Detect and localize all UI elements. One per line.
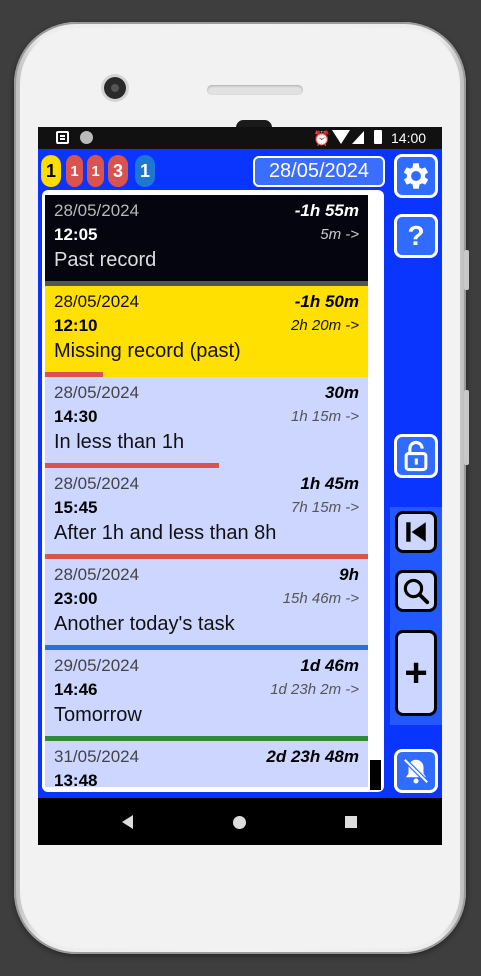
status-time: 14:00 [391, 130, 427, 146]
counter-value: 3 [112, 160, 123, 181]
battery-icon [374, 130, 382, 144]
list-scrollbar[interactable] [370, 760, 381, 790]
record-title: Tomorrow [54, 704, 142, 726]
record-title: In less than 1h [54, 431, 185, 453]
record-row[interactable]: 29/05/2024 1d 46m 14:46 1d 23h 2m -> Tomorro… [45, 650, 368, 741]
signal-icon [352, 131, 364, 144]
record-row[interactable]: 28/05/2024 -1h 55m 12:05 5m -> Past record [45, 195, 368, 286]
first-record-button[interactable] [395, 511, 437, 553]
record-duration: 7h 15m -> [291, 499, 359, 516]
android-nav-bar [38, 798, 442, 845]
lock-button[interactable] [394, 434, 438, 478]
question-mark-icon: ? [407, 220, 425, 251]
counter-value: 1 [70, 162, 79, 180]
counter-badge-red[interactable]: 1 [87, 155, 104, 187]
record-time: 14:30 [54, 407, 98, 426]
records-list[interactable]: 28/05/2024 -1h 55m 12:05 5m -> Past record 28… [45, 195, 368, 787]
record-duration: 1d 23h 2m -> [270, 681, 359, 698]
record-time: 15:45 [54, 498, 98, 517]
power-button [464, 250, 469, 290]
record-time-until: 1h 45m [300, 474, 359, 493]
earpiece-speaker [207, 85, 303, 95]
counter-value: 1 [139, 160, 150, 181]
gear-icon [403, 163, 429, 189]
record-row[interactable]: 28/05/2024 9h 23:00 15h 46m -> Another today… [45, 559, 368, 650]
record-title: Another today's task [54, 613, 235, 635]
record-time-until: 9h [339, 565, 359, 584]
record-row[interactable]: 28/05/2024 1h 45m 15:45 7h 15m -> After 1h a… [45, 468, 368, 559]
record-time: 14:46 [54, 680, 98, 699]
counter-badge-blue[interactable]: 1 [135, 155, 155, 187]
wifi-icon [332, 130, 350, 144]
settings-button[interactable] [394, 154, 438, 198]
alarm-icon: ⏰ [313, 130, 331, 146]
record-duration: 2h 20m -> [291, 317, 359, 334]
record-date: 28/05/2024 [54, 565, 140, 584]
home-icon[interactable] [233, 816, 246, 829]
volume-button [464, 390, 469, 465]
record-duration: 15h 46m -> [282, 590, 359, 607]
add-record-button[interactable]: + [395, 630, 437, 716]
record-time: 12:10 [54, 316, 98, 335]
skip-to-start-icon [406, 522, 426, 542]
record-row[interactable]: 28/05/2024 -1h 50m 12:10 2h 20m -> Missing r… [45, 286, 368, 377]
recent-apps-icon[interactable] [345, 816, 357, 828]
front-camera [104, 77, 126, 99]
record-date: 31/05/2024 [54, 747, 140, 766]
counter-value: 1 [45, 160, 56, 181]
counter-badge-red[interactable]: 3 [108, 155, 128, 187]
plus-icon: + [404, 650, 428, 695]
record-time: 23:00 [54, 589, 98, 608]
record-time-until: 30m [324, 383, 359, 402]
record-title: Missing record (past) [54, 340, 241, 362]
record-row[interactable]: 31/05/2024 2d 23h 48m 13:48 [45, 741, 368, 787]
unlock-icon [404, 440, 428, 472]
search-icon [403, 578, 430, 605]
calendar-icon [56, 131, 69, 144]
record-time-until: -1h 50m [294, 292, 359, 311]
record-row[interactable]: 28/05/2024 30m 14:30 1h 15m -> In less than … [45, 377, 368, 468]
app-screen: ⏰ 14:00 1 1 1 3 1 28/05/2024 ? + 28/05/2… [38, 127, 442, 845]
back-icon[interactable] [122, 815, 133, 829]
record-time-until: -1h 55m [294, 201, 359, 220]
record-date: 29/05/2024 [54, 656, 140, 675]
bell-off-icon [403, 758, 429, 784]
mute-notifications-button[interactable] [394, 749, 438, 793]
record-duration: 1h 15m -> [291, 408, 359, 425]
help-button[interactable]: ? [394, 214, 438, 258]
search-button[interactable] [395, 570, 437, 612]
status-bar: ⏰ 14:00 [38, 127, 442, 149]
current-date-button[interactable]: 28/05/2024 [253, 156, 385, 187]
record-title: After 1h and less than 8h [54, 522, 277, 544]
record-date: 28/05/2024 [54, 201, 140, 220]
counter-value: 1 [91, 162, 100, 180]
notification-dot-icon [80, 131, 93, 144]
record-time: 13:48 [54, 771, 98, 787]
record-time-until: 2d 23h 48m [266, 747, 359, 766]
counter-badge-red[interactable]: 1 [66, 155, 83, 187]
record-time: 12:05 [54, 225, 98, 244]
counter-badge-yellow[interactable]: 1 [41, 155, 61, 187]
record-date: 28/05/2024 [54, 383, 140, 402]
record-date: 28/05/2024 [54, 292, 140, 311]
record-date: 28/05/2024 [54, 474, 140, 493]
record-time-until: 1d 46m [300, 656, 359, 675]
record-duration: 5m -> [320, 226, 359, 243]
record-title: Past record [54, 249, 157, 271]
